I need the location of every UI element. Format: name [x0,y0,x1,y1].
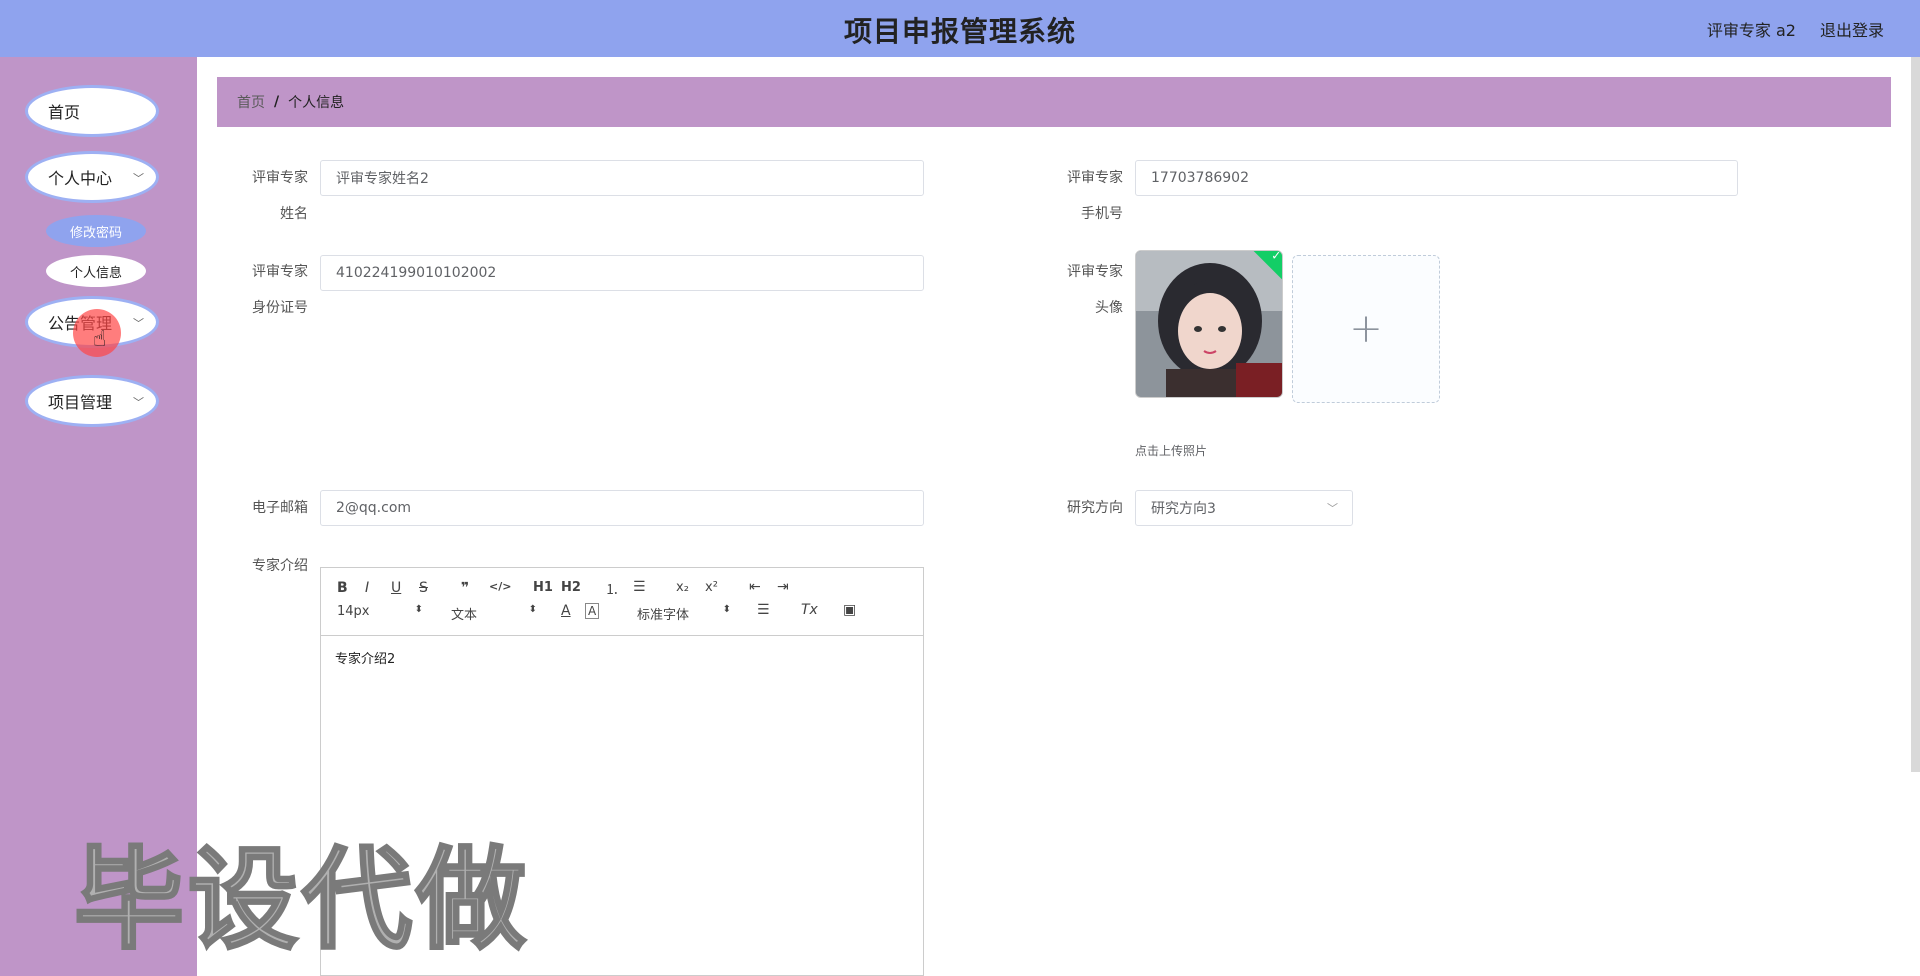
header2-button[interactable]: H2 [561,580,581,595]
avatar-label: 评审专家 头像 [1053,254,1123,326]
sidebar-subitem-change-password[interactable]: 修改密码 [46,215,146,247]
subscript-icon[interactable]: x₂ [676,580,689,595]
sidebar-item-project[interactable]: 项目管理 ﹀ [25,375,159,427]
up-down-arrow-icon: ⬍ [722,604,731,615]
underline-button[interactable]: U [391,580,401,596]
ordered-list-icon[interactable]: ⒈ [605,579,619,599]
breadcrumb-current: 个人信息 [288,95,345,111]
email-input[interactable]: 2@qq.com [320,490,924,526]
avatar[interactable]: ✓ [1135,250,1283,398]
chevron-down-icon: ﹀ [133,396,144,409]
intro-label: 专家介绍 [252,558,308,574]
check-icon: ✓ [1271,250,1282,263]
font-size-value: 14px [337,604,370,619]
up-down-arrow-icon: ⬍ [528,604,537,615]
page-scrollbar[interactable] [1911,57,1920,772]
idcard-input[interactable]: 410224199010102002 [320,255,924,291]
research-label: 研究方向 [1067,500,1123,516]
font-size-select[interactable]: 14px ⬍ [337,604,423,619]
label-line: 头像 [1095,300,1123,316]
blockquote-button[interactable]: ❞ [461,580,469,596]
chevron-down-icon: ﹀ [1327,502,1338,515]
upload-tip: 点击上传照片 [1135,444,1208,458]
sidebar-subitem-personal-info[interactable]: 个人信息 [46,255,146,287]
logout-button[interactable]: 退出登录 [1820,17,1884,41]
header-type-value: 文本 [451,608,478,623]
avatar-image-icon [1136,251,1282,397]
outdent-icon[interactable]: ⇤ [749,579,761,595]
chevron-down-icon: ﹀ [133,172,144,185]
font-color-icon[interactable]: A [561,603,571,619]
chevron-down-icon: ﹀ [133,317,144,330]
hand-cursor-icon: ☝ [93,327,107,352]
breadcrumb-home[interactable]: 首页 [237,92,265,112]
editor-toolbar: B I U S ❞ </> H1 H2 ⒈ ☰ x₂ x² ⇤ ⇥ 14px ⬍… [321,568,923,636]
sidebar-item-home[interactable]: 首页 [25,85,159,137]
research-select-value: 研究方向3 [1151,501,1216,517]
label-line: 姓名 [280,206,308,222]
strike-button[interactable]: S [419,580,428,596]
editor-content[interactable]: 专家介绍2 [321,636,923,679]
bullet-list-icon[interactable]: ☰ [633,579,646,595]
italic-button[interactable]: I [365,580,369,596]
user-label: 评审专家 a2 [1706,21,1796,40]
superscript-icon[interactable]: x² [705,580,718,595]
app-title: 项目申报管理系统 [843,15,1076,48]
label-line: 身份证号 [252,300,308,316]
name-label: 评审专家 姓名 [238,160,308,232]
header-user-area: 评审专家 a2 退出登录 [1707,17,1884,41]
sidebar-item-personal-center[interactable]: 个人中心 ﹀ [25,151,159,203]
image-icon[interactable]: ▣ [843,602,856,618]
align-icon[interactable]: ☰ [757,602,770,618]
idcard-label: 评审专家 身份证号 [238,254,308,326]
label-line: 评审专家 [252,170,308,186]
top-header: 项目申报管理系统 评审专家 a2 退出登录 [0,0,1920,57]
sidebar-item-label: 首页 [48,103,81,122]
sidebar-item-label: 项目管理 [48,393,113,412]
breadcrumb: 首页 / 个人信息 [217,77,1891,127]
watermark: 毕设代做 [73,835,530,966]
phone-input[interactable]: 17703786902 [1135,160,1738,196]
font-family-select[interactable]: 标准字体 ⬍ [637,604,731,623]
label-line: 评审专家 [1067,264,1123,280]
label-line: 手机号 [1081,206,1123,222]
indent-icon[interactable]: ⇥ [777,579,789,595]
font-family-value: 标准字体 [637,608,690,623]
avatar-upload-button[interactable]: + [1292,255,1440,403]
research-select[interactable]: 研究方向3 ﹀ [1135,490,1353,526]
bold-button[interactable]: B [337,580,348,596]
email-label: 电子邮箱 [252,500,308,516]
up-down-arrow-icon: ⬍ [414,604,423,615]
name-input[interactable]: 评审专家姓名2 [320,160,924,196]
sidebar-item-label: 个人中心 [48,169,113,188]
phone-label: 评审专家 手机号 [1053,160,1123,232]
background-color-icon[interactable]: A [585,603,600,619]
code-block-button[interactable]: </> [489,580,511,593]
label-line: 评审专家 [252,264,308,280]
header-type-select[interactable]: 文本 ⬍ [451,604,537,623]
clear-format-icon[interactable]: Tx [801,602,818,618]
breadcrumb-separator: / [274,94,280,110]
label-line: 评审专家 [1067,170,1123,186]
header1-button[interactable]: H1 [533,580,553,595]
